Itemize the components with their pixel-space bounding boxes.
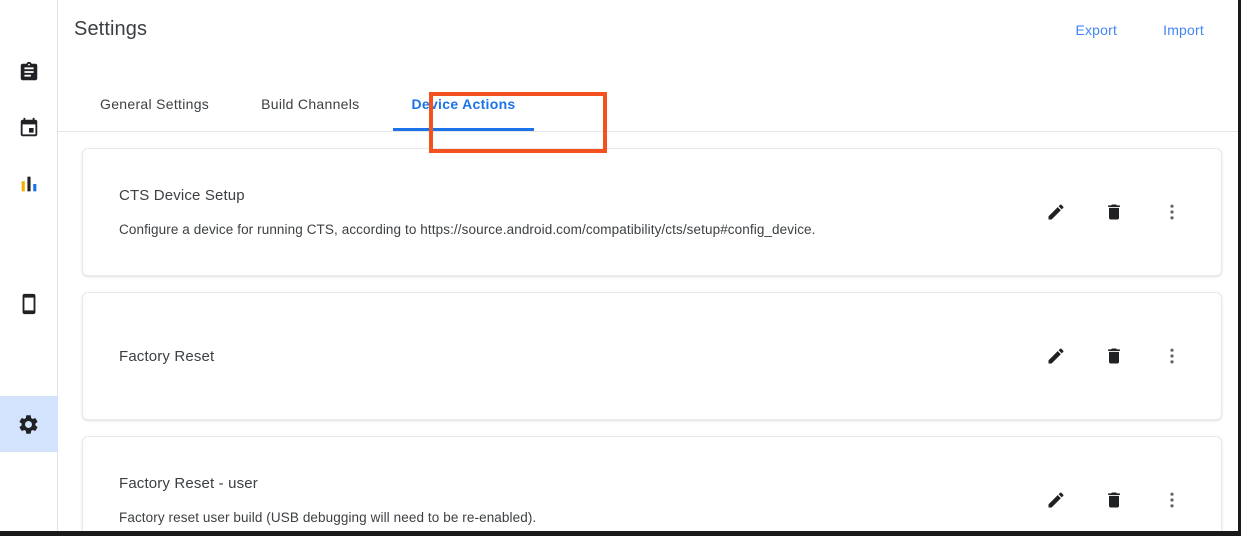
tab-build-channels[interactable]: Build Channels — [235, 76, 385, 131]
card-actions — [1027, 190, 1201, 234]
more-vert-icon — [1162, 490, 1182, 510]
more-options-button[interactable] — [1143, 334, 1201, 378]
edit-button[interactable] — [1027, 190, 1085, 234]
export-button[interactable]: Export — [1075, 22, 1117, 38]
clipboard-icon — [18, 61, 40, 83]
more-options-button[interactable] — [1143, 478, 1201, 522]
edit-button[interactable] — [1027, 334, 1085, 378]
card-title: Factory Reset - user — [119, 475, 258, 492]
card-actions — [1027, 334, 1201, 378]
card-title: Factory Reset — [119, 347, 215, 365]
main-panel: Settings Export Import General Settings … — [58, 0, 1238, 531]
edit-button[interactable] — [1027, 478, 1085, 522]
page-header: Settings Export Import — [58, 0, 1238, 76]
delete-button[interactable] — [1085, 190, 1143, 234]
import-button[interactable]: Import — [1163, 22, 1204, 38]
device-actions-list: CTS Device Setup Configure a device for … — [58, 132, 1238, 531]
pencil-icon — [1046, 490, 1066, 510]
trash-icon — [1104, 202, 1124, 222]
delete-button[interactable] — [1085, 478, 1143, 522]
card-body: Factory Reset - user Factory reset user … — [119, 475, 1015, 525]
sidebar-item-devices[interactable] — [0, 276, 58, 332]
sidebar-item-test-runs[interactable] — [0, 44, 58, 100]
device-action-card[interactable]: Factory Reset - user Factory reset user … — [82, 436, 1222, 531]
sidebar-item-test-plans[interactable] — [0, 100, 58, 156]
header-actions: Export Import — [1075, 14, 1206, 38]
sidebar-rail — [0, 0, 58, 531]
card-title: CTS Device Setup — [119, 187, 245, 204]
more-options-button[interactable] — [1143, 190, 1201, 234]
card-description: Configure a device for running CTS, acco… — [119, 222, 816, 237]
bar-chart-icon — [18, 173, 40, 195]
tab-device-actions[interactable]: Device Actions — [385, 76, 541, 131]
card-actions — [1027, 478, 1201, 522]
card-body: CTS Device Setup Configure a device for … — [119, 187, 1015, 237]
sidebar-item-settings[interactable] — [0, 396, 58, 452]
sidebar-item-test-results[interactable] — [0, 156, 58, 212]
card-body: Factory Reset — [119, 348, 1015, 365]
delete-button[interactable] — [1085, 334, 1143, 378]
more-vert-icon — [1162, 202, 1182, 222]
device-action-card[interactable]: Factory Reset — [82, 292, 1222, 420]
smartphone-icon — [18, 293, 40, 315]
pencil-icon — [1046, 202, 1066, 222]
pencil-icon — [1046, 346, 1066, 366]
device-action-card[interactable]: CTS Device Setup Configure a device for … — [82, 148, 1222, 276]
trash-icon — [1104, 490, 1124, 510]
app-window: Settings Export Import General Settings … — [0, 0, 1241, 536]
card-description: Factory reset user build (USB debugging … — [119, 510, 537, 525]
tab-general-settings[interactable]: General Settings — [74, 76, 235, 131]
more-vert-icon — [1162, 346, 1182, 366]
calendar-icon — [18, 117, 40, 139]
tab-bar: General Settings Build Channels Device A… — [58, 76, 1238, 153]
trash-icon — [1104, 346, 1124, 366]
gear-icon — [17, 413, 40, 436]
page-title: Settings — [74, 18, 148, 40]
